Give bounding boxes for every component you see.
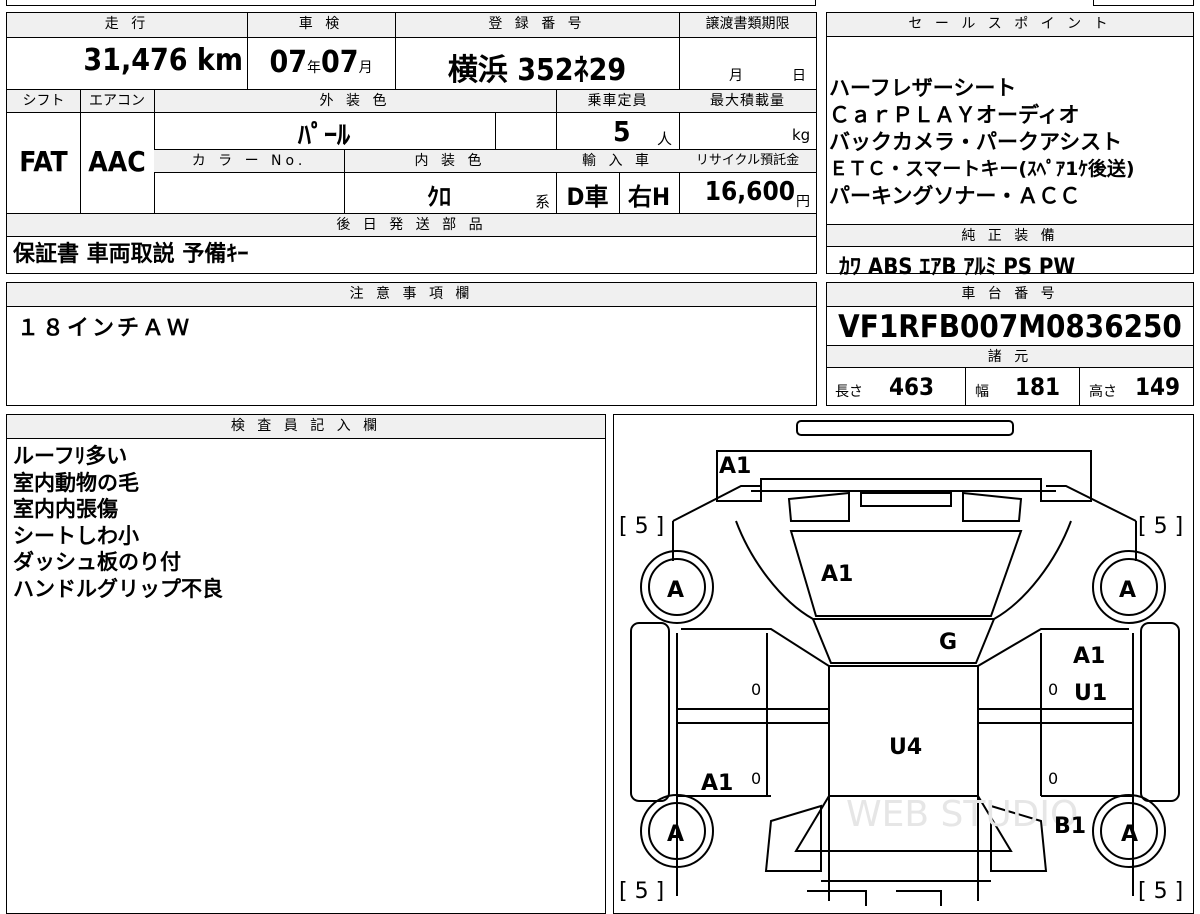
interior-unit: 系 (535, 193, 551, 211)
damage-mark: A1 (701, 771, 733, 796)
max-load-label: 最大積載量 (679, 90, 816, 112)
tread-depth-mark: [ 5 ] (1138, 514, 1183, 539)
damage-diagram-box: WEB STUDIO [ 5 ] [ 5 ] [ 5 ] [ 5 ] A A A… (613, 414, 1194, 914)
tread-depth-mark: [ 5 ] (1138, 879, 1183, 904)
registration-label: 登 録 番 号 (395, 13, 679, 37)
tire-grade: A (1119, 578, 1136, 603)
sales-points-box: セ ー ル ス ポ イ ン ト ハーフレザーシート ＣａｒＰＬＡＹオーディオ バ… (826, 12, 1194, 280)
tire-grade: A (667, 822, 684, 847)
inspector-box: 検 査 員 記 入 欄 ルーフﾘ多い 室内動物の毛 室内内張傷 シートしわ小 ダ… (6, 414, 606, 914)
import-type: D車 (566, 183, 609, 211)
tire-grade: A (667, 578, 684, 603)
inspector-note: ハンドルグリップ不良 (13, 576, 223, 601)
capacity-value: 5 (613, 115, 631, 148)
sales-point-line: ＣａｒＰＬＡＹオーディオ (829, 103, 1080, 127)
damage-mark: A1 (1073, 644, 1105, 669)
vehicle-info-table: 走 行 車 検 登 録 番 号 譲渡書類期限 31,476 km 07年07月 … (6, 12, 817, 274)
recycle-label: リサイクル預託金 (679, 150, 816, 172)
shift-value: FAT (19, 145, 68, 178)
notes-label: 注 意 事 項 欄 (7, 283, 816, 307)
interior-color-value: ｸﾛ (427, 183, 451, 211)
month-unit: 月 (358, 60, 373, 76)
notes-box: 注 意 事 項 欄 １８インチＡＷ (6, 282, 817, 406)
shaken-label: 車 検 (247, 13, 395, 37)
capacity-unit: 人 (657, 130, 673, 148)
equipment-value: ｶﾜ ABS ｴｱB ｱﾙﾐ PS PW (839, 255, 1076, 280)
inspector-note: ルーフﾘ多い (13, 444, 128, 468)
damage-mark: G (939, 630, 957, 655)
sales-point-line: バックカメラ・パークアシスト (829, 130, 1123, 154)
sales-point-line: パーキングソナー・ＡＣＣ (829, 184, 1081, 208)
interior-color-label: 内 装 色 (344, 150, 556, 172)
damage-mark: A1 (821, 562, 853, 587)
top-strip (6, 0, 816, 6)
sales-points-list: ハーフレザーシート ＣａｒＰＬＡＹオーディオ バックカメラ・パークアシスト ＥＴ… (829, 75, 1135, 210)
tread-depth-mark: [ 5 ] (619, 514, 664, 539)
color-no-label: カ ラ ー No. (154, 150, 344, 172)
exterior-color-label: 外 装 色 (154, 90, 556, 112)
import-handle: 右H (627, 183, 671, 211)
recycle-value: 16,600 (704, 177, 795, 207)
shift-label: シフト (7, 90, 80, 112)
tire-grade: A (1121, 822, 1138, 847)
sales-point-line: ハーフレザーシート (829, 76, 1017, 100)
car-diagram: WEB STUDIO [ 5 ] [ 5 ] [ 5 ] [ 5 ] A A A… (619, 420, 1183, 906)
width-label: 幅 (975, 384, 989, 400)
shaken-month: 07 (321, 45, 359, 80)
shaken-year: 07 (269, 45, 307, 80)
specs-label: 諸 元 (827, 346, 1193, 368)
inspector-label: 検 査 員 記 入 欄 (7, 415, 605, 439)
height-label: 高さ (1089, 384, 1117, 400)
mileage-label: 走 行 (7, 13, 247, 37)
inspector-note: 室内動物の毛 (13, 470, 139, 495)
zero-mark: 0 (751, 769, 761, 788)
notes-value: １８インチＡＷ (17, 316, 193, 341)
zero-mark: 0 (751, 680, 761, 699)
zero-mark: 0 (1048, 680, 1058, 699)
later-parts-value: 保証書 車両取説 予備ｷｰ (13, 242, 249, 267)
watermark: WEB STUDIO (846, 794, 1078, 835)
shaken-date: 07年07月 (247, 45, 395, 80)
ac-value: AAC (88, 145, 146, 178)
inspector-note: ダッシュ板のり付 (13, 550, 181, 574)
inspector-note: 室内内張傷 (13, 497, 118, 521)
inspector-note: シートしわ小 (13, 523, 139, 548)
height-value: 149 (1135, 373, 1181, 401)
load-unit: kg (792, 126, 811, 144)
tread-depth-mark: [ 5 ] (619, 879, 664, 904)
transfer-day-unit: 日 (792, 68, 806, 84)
top-strip-right (1093, 0, 1194, 6)
damage-mark: U4 (889, 735, 922, 760)
recycle-unit: 円 (796, 194, 810, 210)
sales-point-line: ＥＴＣ・スマートキー(ｽﾍﾟｱ1ｹ後送) (829, 158, 1135, 180)
inspector-notes-list: ルーフﾘ多い 室内動物の毛 室内内張傷 シートしわ小 ダッシュ板のり付 ハンドル… (13, 443, 223, 602)
import-label: 輸 入 車 (556, 150, 679, 172)
damage-mark: A1 (719, 454, 751, 479)
ac-label: エアコン (80, 90, 154, 112)
registration-value: 横浜 352ﾈ29 (447, 53, 627, 88)
capacity-label: 乗車定員 (556, 90, 679, 112)
chassis-number: VF1RFB007M0836250 (838, 309, 1182, 345)
damage-mark: U1 (1074, 681, 1107, 706)
transfer-deadline-label: 譲渡書類期限 (679, 13, 816, 37)
transfer-month-unit: 月 (729, 68, 743, 84)
zero-mark: 0 (1048, 769, 1058, 788)
damage-mark: B1 (1054, 814, 1086, 839)
chassis-label: 車 台 番 号 (827, 283, 1193, 307)
length-value: 463 (889, 373, 935, 401)
sales-points-label: セ ー ル ス ポ イ ン ト (827, 13, 1193, 37)
equipment-label: 純 正 装 備 (827, 225, 1193, 247)
chassis-box: 車 台 番 号 VF1RFB007M0836250 諸 元 長さ 463 幅 1… (826, 282, 1194, 406)
mileage-value: 31,476 km (83, 43, 243, 78)
later-parts-label: 後 日 発 送 部 品 (7, 214, 816, 236)
width-value: 181 (1015, 373, 1061, 401)
year-unit: 年 (307, 60, 321, 76)
exterior-color-value: ﾊﾟｰﾙ (297, 121, 350, 151)
length-label: 長さ (835, 384, 863, 400)
